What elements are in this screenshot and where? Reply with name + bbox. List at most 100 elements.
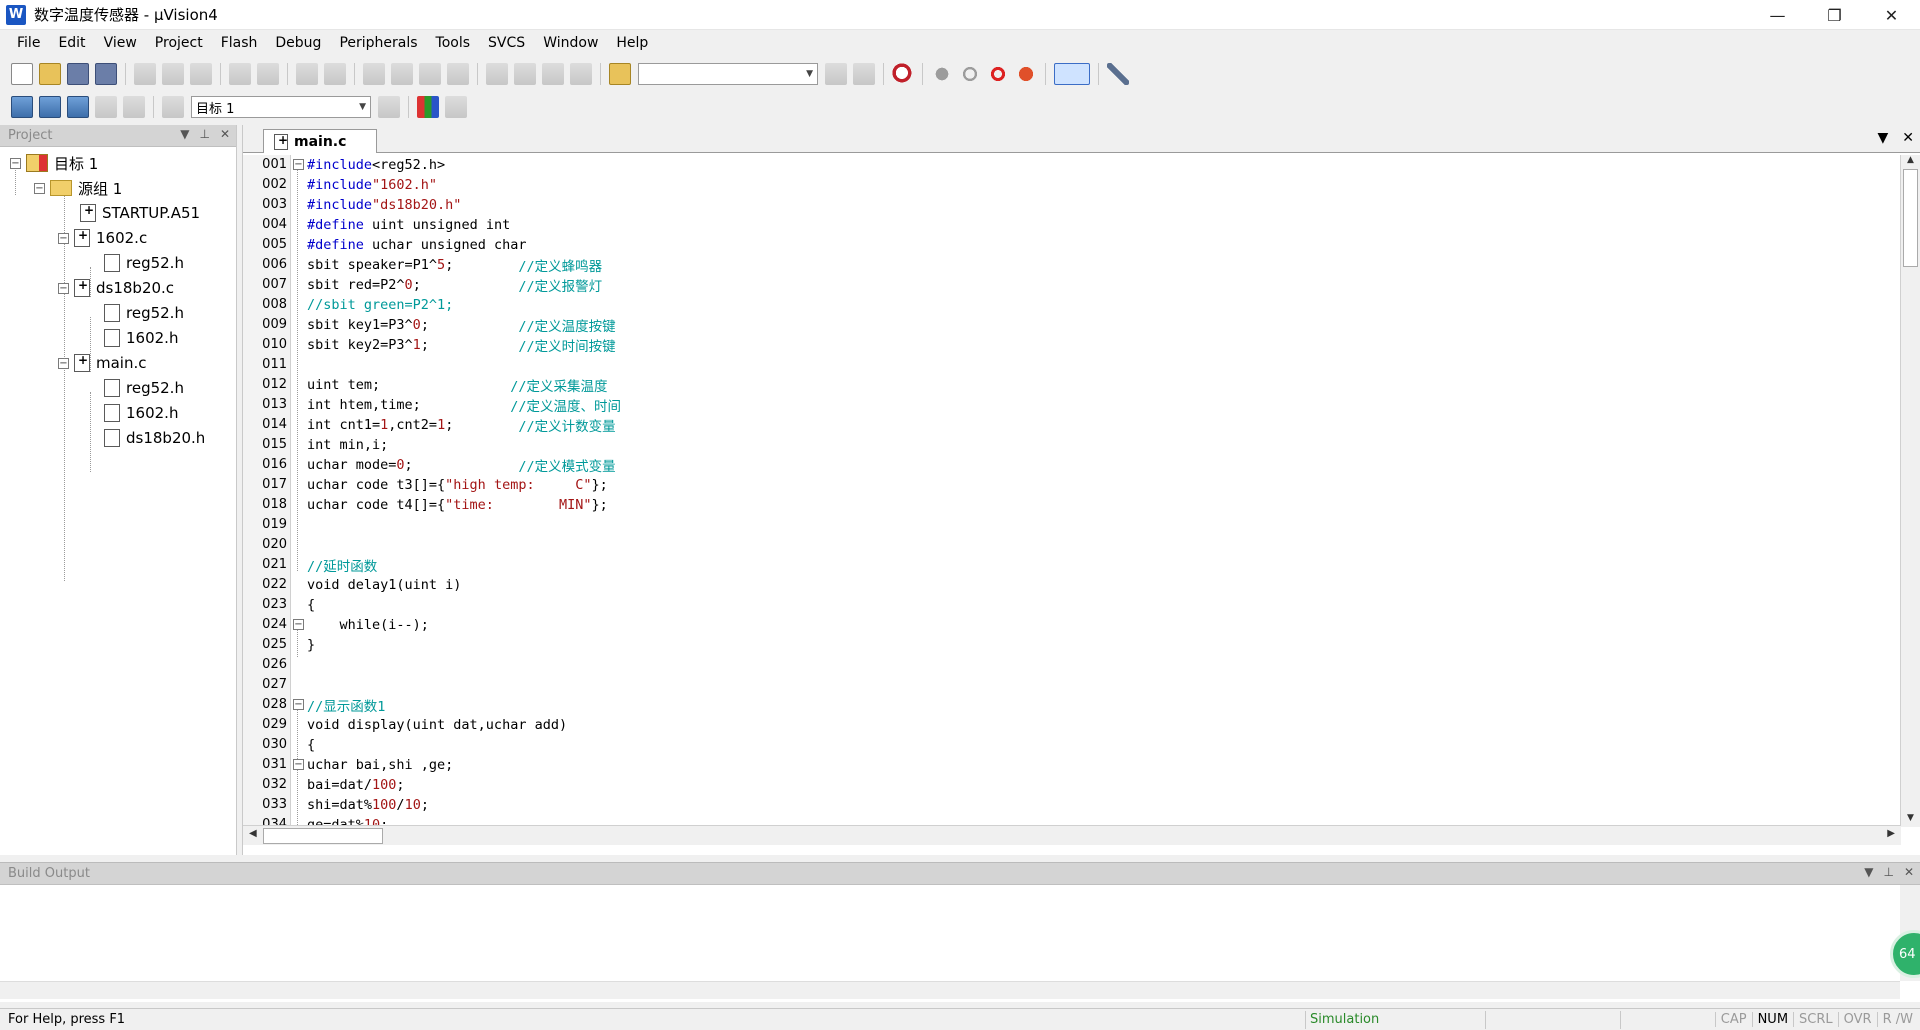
scroll-up-icon[interactable]: ▲ bbox=[1901, 155, 1920, 169]
fold-toggle-icon[interactable]: − bbox=[293, 699, 304, 710]
code-line[interactable]: sbit speaker=P1^ 5; //定义蜂鸣器 bbox=[307, 255, 621, 275]
uncomment-icon[interactable] bbox=[570, 63, 592, 85]
menu-window[interactable]: Window bbox=[534, 35, 607, 51]
undo-icon[interactable] bbox=[229, 63, 251, 85]
code-line[interactable]: sbit key2=P3^ 1; //定义时间按键 bbox=[307, 335, 621, 355]
save-all-icon[interactable] bbox=[95, 63, 117, 85]
code-line[interactable]: uchar mode= 0; //定义模式变量 bbox=[307, 455, 621, 475]
code-line[interactable] bbox=[307, 355, 621, 375]
code-line[interactable]: } bbox=[307, 635, 621, 655]
debug-session-icon[interactable] bbox=[892, 63, 914, 85]
fold-toggle-icon[interactable]: − bbox=[293, 159, 304, 170]
menu-flash[interactable]: Flash bbox=[212, 35, 267, 51]
stop-build-icon[interactable] bbox=[123, 96, 145, 118]
menu-view[interactable]: View bbox=[95, 35, 146, 51]
batch-build-icon[interactable] bbox=[95, 96, 117, 118]
build-icon[interactable] bbox=[39, 96, 61, 118]
close-icon[interactable]: ✕ bbox=[1904, 865, 1914, 879]
cut-icon[interactable] bbox=[134, 63, 156, 85]
disable-breakpoints-icon[interactable] bbox=[987, 63, 1009, 85]
manage-components-icon[interactable] bbox=[417, 96, 439, 118]
code-line[interactable]: { bbox=[307, 595, 621, 615]
code-line[interactable]: uint tem; //定义采集温度 bbox=[307, 375, 621, 395]
code-line[interactable]: uchar code t4[]={"time: MIN"}; bbox=[307, 495, 621, 515]
tree-node-target[interactable]: − 目标 1 bbox=[10, 151, 98, 175]
code-line[interactable]: //sbit green=P2^1; bbox=[307, 295, 621, 315]
collapse-icon[interactable]: − bbox=[58, 232, 69, 244]
menu-edit[interactable]: Edit bbox=[49, 35, 94, 51]
download-icon[interactable] bbox=[162, 96, 184, 118]
tree-node-file[interactable]: STARTUP.A51 bbox=[80, 201, 200, 225]
unindent-icon[interactable] bbox=[514, 63, 536, 85]
vertical-scrollbar[interactable]: ▲ ▼ bbox=[1900, 155, 1920, 827]
nav-back-icon[interactable] bbox=[296, 63, 318, 85]
code-line[interactable]: #define uint unsigned int bbox=[307, 215, 621, 235]
code-line[interactable]: int min,i; bbox=[307, 435, 621, 455]
panel-menu-icon[interactable]: ▼ bbox=[180, 127, 189, 141]
insert-breakpoint-icon[interactable] bbox=[931, 63, 953, 85]
scroll-thumb[interactable] bbox=[263, 828, 383, 844]
find-icon[interactable] bbox=[825, 63, 847, 85]
tree-node-header[interactable]: 1602.h bbox=[104, 401, 178, 425]
menu-file[interactable]: File bbox=[8, 35, 49, 51]
scroll-thumb[interactable] bbox=[1903, 169, 1918, 267]
close-icon[interactable]: ✕ bbox=[1902, 130, 1914, 146]
window-layout-icon[interactable] bbox=[1054, 63, 1090, 85]
code-line[interactable]: ge=dat% 10; bbox=[307, 815, 621, 825]
collapse-icon[interactable]: − bbox=[10, 157, 21, 169]
tree-node-header[interactable]: reg52.h bbox=[104, 301, 184, 325]
open-file-icon[interactable] bbox=[39, 63, 61, 85]
comment-icon[interactable] bbox=[542, 63, 564, 85]
clear-bookmarks-icon[interactable] bbox=[447, 63, 469, 85]
code-line[interactable] bbox=[307, 515, 621, 535]
tree-node-header[interactable]: reg52.h bbox=[104, 376, 184, 400]
fold-toggle-icon[interactable]: − bbox=[293, 619, 304, 630]
code-line[interactable]: { bbox=[307, 735, 621, 755]
kill-breakpoints-icon[interactable] bbox=[1015, 63, 1037, 85]
find-in-files-icon[interactable] bbox=[609, 63, 631, 85]
prev-bookmark-icon[interactable] bbox=[391, 63, 413, 85]
collapse-icon[interactable]: − bbox=[34, 182, 45, 194]
code-line[interactable]: sbit key1=P3^ 0; //定义温度按键 bbox=[307, 315, 621, 335]
tab-list-icon[interactable]: ▼ bbox=[1877, 130, 1888, 146]
redo-icon[interactable] bbox=[257, 63, 279, 85]
code-line[interactable]: bai=dat/100; bbox=[307, 775, 621, 795]
menu-project[interactable]: Project bbox=[146, 35, 212, 51]
code-line[interactable]: void delay1(uint i) bbox=[307, 575, 621, 595]
code-line[interactable]: shi=dat% 100/10; bbox=[307, 795, 621, 815]
source-code[interactable]: #include <reg52.h> #include "1602.h" #includ… bbox=[307, 155, 621, 825]
code-line[interactable] bbox=[307, 535, 621, 555]
enable-breakpoint-icon[interactable] bbox=[959, 63, 981, 85]
code-line[interactable]: int htem,time; //定义温度、时间 bbox=[307, 395, 621, 415]
code-line[interactable]: uchar code t3[]={"high temp: C"}; bbox=[307, 475, 621, 495]
copy-icon[interactable] bbox=[162, 63, 184, 85]
horizontal-scrollbar[interactable] bbox=[0, 981, 1900, 999]
menu-peripherals[interactable]: Peripherals bbox=[330, 35, 426, 51]
menu-tools[interactable]: Tools bbox=[427, 35, 480, 51]
code-line[interactable]: #include "ds18b20.h" bbox=[307, 195, 621, 215]
scroll-left-icon[interactable]: ◀ bbox=[249, 828, 257, 839]
tree-node-file[interactable]: − 1602.c bbox=[58, 226, 147, 250]
code-line[interactable]: #include "1602.h" bbox=[307, 175, 621, 195]
code-line[interactable] bbox=[307, 675, 621, 695]
menu-debug[interactable]: Debug bbox=[266, 35, 330, 51]
collapse-icon[interactable]: − bbox=[58, 357, 69, 369]
save-icon[interactable] bbox=[67, 63, 89, 85]
code-line[interactable]: void display(uint dat,uchar add) bbox=[307, 715, 621, 735]
nav-forward-icon[interactable] bbox=[324, 63, 346, 85]
restore-button[interactable]: ❐ bbox=[1806, 0, 1863, 30]
code-area[interactable]: 001 002 003 004 005 006 007 008 009 010 … bbox=[243, 155, 1893, 825]
select-packs-icon[interactable] bbox=[445, 96, 467, 118]
collapse-icon[interactable]: − bbox=[58, 282, 69, 294]
tree-node-group[interactable]: − 源组 1 bbox=[34, 176, 122, 200]
close-icon[interactable]: ✕ bbox=[220, 127, 230, 141]
rebuild-icon[interactable] bbox=[67, 96, 89, 118]
code-line[interactable]: sbit red=P2^ 0; //定义报警灯 bbox=[307, 275, 621, 295]
close-button[interactable]: ✕ bbox=[1863, 0, 1920, 30]
panel-menu-icon[interactable]: ▼ bbox=[1864, 865, 1873, 879]
pin-icon[interactable]: ⊥ bbox=[1883, 865, 1893, 879]
configure-icon[interactable] bbox=[1107, 63, 1129, 85]
find-combo[interactable]: ▼ bbox=[638, 63, 818, 85]
target-select[interactable]: 目标 1 ▼ bbox=[191, 96, 371, 118]
fold-toggle-icon[interactable]: − bbox=[293, 759, 304, 770]
